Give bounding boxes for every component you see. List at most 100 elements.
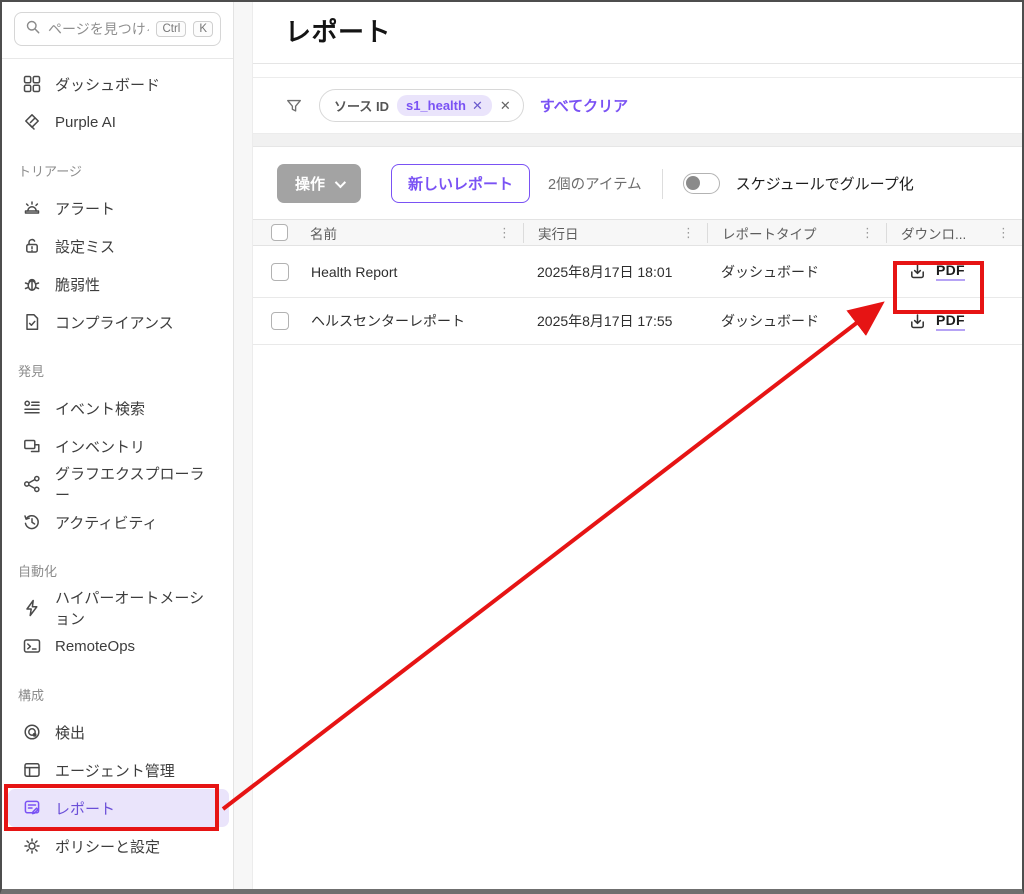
purple-ai-icon — [22, 112, 42, 132]
chevron-down-icon — [335, 176, 346, 187]
remove-value-icon[interactable]: ✕ — [472, 99, 483, 112]
search-icon — [25, 19, 41, 40]
page-search[interactable]: Ctrl K — [14, 12, 221, 46]
filter-chip: ソース ID s1_health ✕ ✕ — [319, 89, 524, 122]
select-all-checkbox[interactable] — [271, 224, 288, 241]
toolbar-divider — [662, 169, 663, 199]
page-header: レポート — [253, 2, 1022, 49]
report-type: ダッシュボード — [707, 298, 886, 344]
report-name: Health Report — [311, 264, 397, 280]
sidebar-item-label: レポート — [55, 798, 115, 819]
report-name: ヘルスセンターレポート — [311, 311, 465, 331]
report-icon — [22, 798, 42, 818]
sidebar-item-label: コンプライアンス — [55, 312, 174, 333]
lock-alert-icon — [22, 236, 42, 256]
sidebar-item-dashboard[interactable]: ダッシュボード — [8, 65, 229, 103]
sidebar-item-siren[interactable]: アラート — [8, 189, 229, 227]
section-divider — [253, 134, 1022, 147]
table-row[interactable]: ヘルスセンターレポート 2025年8月17日 17:55ダッシュボード PDF — [253, 298, 1022, 345]
sidebar-item-label: インベントリ — [55, 436, 145, 457]
sidebar-item-history[interactable]: アクティビティ — [8, 503, 229, 541]
column-header-label: 実行日 — [538, 223, 579, 243]
filter-value-text: s1_health — [406, 98, 466, 113]
column-menu-icon[interactable]: ⋮ — [993, 225, 1014, 241]
history-icon — [22, 512, 42, 532]
column-header-label: レポートタイプ — [722, 223, 817, 243]
event-search-icon — [22, 398, 42, 418]
sidebar-item-label: イベント検索 — [55, 398, 145, 419]
clear-all-filters-link[interactable]: すべてクリア — [540, 95, 628, 116]
agent-icon — [22, 760, 42, 780]
radar-icon — [22, 722, 42, 742]
inventory-icon — [22, 436, 42, 456]
column-header: 実行日 ⋮ — [523, 223, 707, 243]
actions-button[interactable]: 操作 — [277, 164, 361, 203]
filter-funnel-icon[interactable] — [285, 97, 303, 115]
sidebar-item-radar[interactable]: 検出 — [8, 713, 229, 751]
new-report-button[interactable]: 新しいレポート — [391, 164, 530, 203]
sidebar-scrollbar-track[interactable] — [234, 2, 253, 889]
report-run-date: 2025年8月17日 18:01 — [523, 246, 707, 297]
filter-chip-value: s1_health ✕ — [397, 95, 492, 116]
nav-section-label: 発見 — [2, 341, 233, 389]
table-toolbar: 操作 新しいレポート 2個のアイテム スケジュールでグループ化 — [253, 147, 1022, 219]
column-menu-icon[interactable]: ⋮ — [494, 225, 515, 241]
sidebar-item-label: アラート — [55, 198, 115, 219]
sidebar-item-label: 設定ミス — [55, 236, 115, 257]
reports-table: 名前⋮実行日⋮レポートタイプ⋮ダウンロ...⋮Health Report2025… — [253, 219, 1022, 345]
table-row[interactable]: Health Report 2025年8月17日 18:01ダッシュボード PDF — [253, 246, 1022, 298]
main-content: レポート ソース ID s1_health ✕ ✕ すべてクリア 操作 — [253, 2, 1022, 889]
doc-check-icon — [22, 312, 42, 332]
group-toggle-label: スケジュールでグループ化 — [736, 173, 914, 194]
sidebar-item-label: エージェント管理 — [55, 760, 175, 781]
sidebar-item-inventory[interactable]: インベントリ — [8, 427, 229, 465]
column-menu-icon[interactable]: ⋮ — [857, 225, 878, 241]
sidebar-item-label: 検出 — [55, 722, 85, 743]
gear-icon — [22, 836, 42, 856]
row-checkbox[interactable] — [271, 312, 289, 330]
report-type: ダッシュボード — [707, 246, 886, 297]
column-menu-icon[interactable]: ⋮ — [678, 225, 699, 241]
terminal-icon — [22, 636, 42, 656]
nav-section-label: 構成 — [2, 665, 233, 713]
bolt-icon — [22, 598, 42, 618]
actions-button-label: 操作 — [295, 173, 325, 194]
sidebar-item-bolt[interactable]: ハイパーオートメーション — [8, 589, 229, 627]
sidebar-item-label: 脆弱性 — [55, 274, 100, 295]
sidebar-item-bug[interactable]: 脆弱性 — [8, 265, 229, 303]
sidebar-item-agent[interactable]: エージェント管理 — [8, 751, 229, 789]
remove-filter-icon[interactable]: ✕ — [500, 99, 511, 112]
download-pdf-link[interactable]: PDF — [900, 262, 965, 281]
column-header: 名前⋮ — [253, 223, 523, 243]
sidebar-item-graph[interactable]: グラフエクスプローラー — [8, 465, 229, 503]
sidebar-item-label: ポリシーと設定 — [55, 836, 160, 857]
row-checkbox[interactable] — [271, 263, 289, 281]
sidebar-item-report[interactable]: レポート — [8, 789, 229, 827]
sidebar-item-label: ダッシュボード — [55, 74, 160, 95]
sidebar-item-label: アクティビティ — [55, 512, 157, 533]
sidebar-item-lock-alert[interactable]: 設定ミス — [8, 227, 229, 265]
sidebar: Ctrl K ダッシュボード Purple AI トリアージアラート設定ミス脆弱性コ… — [2, 2, 234, 889]
download-pdf-link[interactable]: PDF — [900, 312, 965, 331]
pdf-label: PDF — [936, 262, 965, 281]
download-icon — [908, 262, 927, 281]
sidebar-item-doc-check[interactable]: コンプライアンス — [8, 303, 229, 341]
page-title: レポート — [285, 12, 1022, 49]
search-input[interactable] — [48, 21, 149, 37]
nav-section-label: トリアージ — [2, 141, 233, 189]
sidebar-item-label: グラフエクスプローラー — [55, 463, 219, 505]
sidebar-item-terminal[interactable]: RemoteOps — [8, 627, 229, 665]
group-by-schedule-toggle[interactable] — [683, 173, 720, 194]
toggle-knob — [686, 176, 701, 191]
column-header: ダウンロ...⋮ — [886, 223, 1022, 243]
sidebar-item-label: Purple AI — [55, 114, 116, 131]
bug-icon — [22, 274, 42, 294]
sidebar-item-purple-ai[interactable]: Purple AI — [8, 103, 229, 141]
report-run-date: 2025年8月17日 17:55 — [523, 298, 707, 344]
items-count: 2個のアイテム — [548, 173, 642, 194]
sidebar-item-label: RemoteOps — [55, 638, 135, 655]
sidebar-item-event-search[interactable]: イベント検索 — [8, 389, 229, 427]
shortcut-ctrl-key: Ctrl — [156, 21, 186, 37]
sidebar-nav: ダッシュボード Purple AI トリアージアラート設定ミス脆弱性コンプライアンス… — [2, 59, 233, 889]
sidebar-item-gear[interactable]: ポリシーと設定 — [8, 827, 229, 865]
